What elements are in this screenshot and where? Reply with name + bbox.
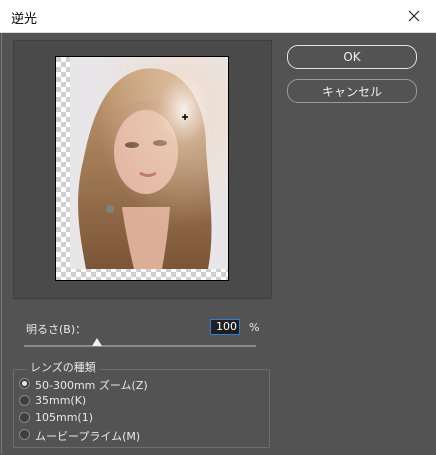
radio-zoom[interactable] (19, 378, 30, 389)
percent-unit: % (249, 321, 260, 334)
window-title: 逆光 (11, 12, 38, 27)
radio-label-35mm[interactable]: 35mm(K) (35, 394, 86, 407)
ok-button[interactable]: OK (287, 45, 417, 69)
close-button[interactable] (392, 0, 436, 32)
radio-label-zoom[interactable]: 50-300mm ズーム(Z) (35, 377, 148, 393)
lens-type-title: レンズの種類 (27, 359, 99, 375)
radio-label-105mm[interactable]: 105mm(1) (35, 411, 93, 424)
dialog-body: OK キャンセル 明るさ(B)： 100 % レンズの種類 50-300mm ズ… (1, 33, 436, 454)
radio-label-movie-prime[interactable]: ムービープライム(M) (35, 428, 140, 444)
preview-panel (13, 40, 272, 299)
brightness-slider-thumb[interactable] (92, 338, 102, 346)
radio-35mm[interactable] (19, 395, 30, 406)
radio-105mm[interactable] (19, 412, 30, 423)
cancel-button[interactable]: キャンセル (287, 79, 417, 103)
radio-movie-prime[interactable] (19, 429, 30, 440)
brightness-label: 明るさ(B)： (26, 323, 87, 336)
close-icon (408, 10, 420, 22)
title-bar: 逆光 (0, 0, 436, 33)
portrait-preview (56, 57, 228, 280)
brightness-input[interactable]: 100 (210, 319, 240, 335)
preview-image[interactable] (55, 56, 229, 281)
brightness-slider-track[interactable] (24, 345, 256, 347)
